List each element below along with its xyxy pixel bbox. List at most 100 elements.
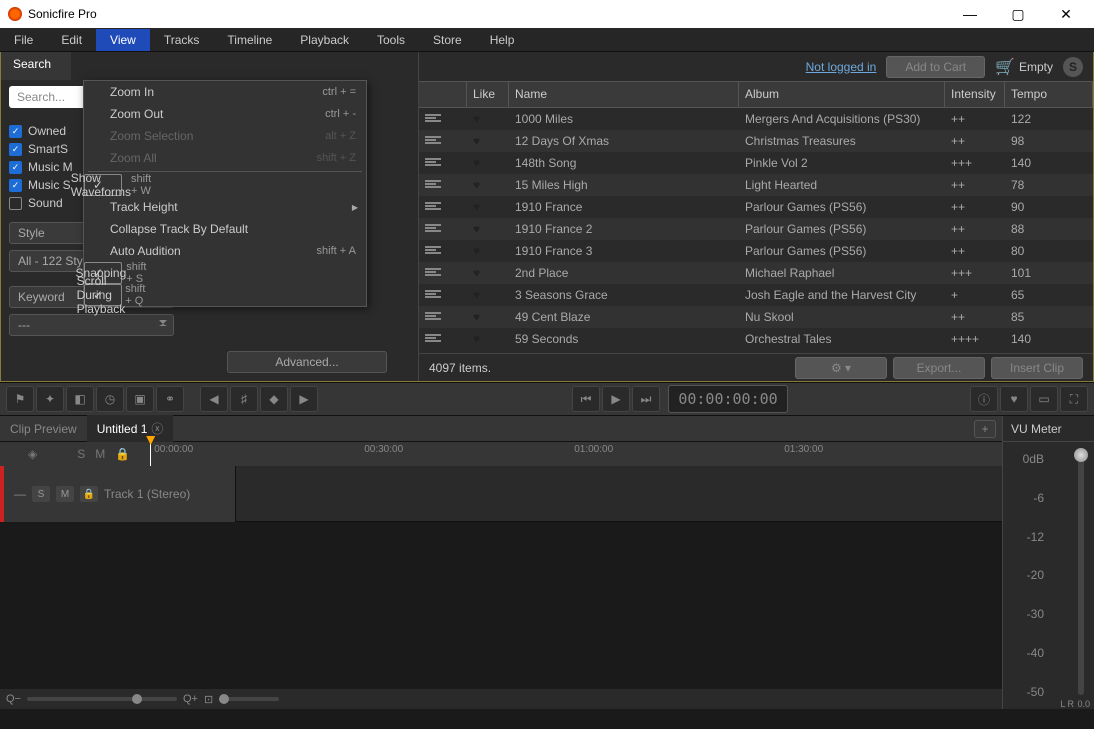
menu-item-zoom-out[interactable]: Zoom Outctrl + - bbox=[84, 103, 366, 125]
h-scroll[interactable] bbox=[219, 697, 279, 701]
zoom-in-icon[interactable]: Q+ bbox=[183, 693, 198, 705]
login-link[interactable]: Not logged in bbox=[806, 60, 877, 74]
advanced-button[interactable]: Advanced... bbox=[227, 351, 387, 373]
heart-icon[interactable]: ♥ bbox=[473, 244, 480, 258]
keyword-dropdown[interactable]: --- bbox=[9, 314, 174, 336]
close-button[interactable]: ✕ bbox=[1046, 2, 1086, 26]
maximize-button[interactable]: ▢ bbox=[998, 2, 1038, 26]
add-tab-button[interactable]: + bbox=[974, 420, 996, 438]
table-row[interactable]: ♥148th SongPinkle Vol 2+++140 bbox=[419, 152, 1093, 174]
keyframe-icon[interactable]: ◆ bbox=[260, 386, 288, 412]
menu-tracks[interactable]: Tracks bbox=[150, 29, 214, 51]
zoom-out-icon[interactable]: Q− bbox=[6, 693, 21, 705]
layers-icon[interactable]: ◈ bbox=[28, 447, 37, 461]
menu-item-auto-audition[interactable]: Auto Auditionshift + A bbox=[84, 240, 366, 262]
playhead[interactable] bbox=[150, 442, 151, 466]
mute-button[interactable]: M bbox=[56, 486, 74, 502]
collapse-icon[interactable]: — bbox=[14, 487, 26, 501]
menu-file[interactable]: File bbox=[0, 29, 47, 51]
menu-view[interactable]: View bbox=[96, 29, 150, 51]
gear-button[interactable]: ⚙ ▾ bbox=[795, 357, 887, 379]
export-button[interactable]: Export... bbox=[893, 357, 985, 379]
tab-clip-preview[interactable]: Clip Preview bbox=[0, 417, 87, 441]
heart-icon[interactable]: ♥ bbox=[473, 178, 480, 192]
heart-icon[interactable]: ♥ bbox=[473, 134, 480, 148]
heart-icon[interactable]: ♥ bbox=[473, 112, 480, 126]
menu-item-collapse-track-by-default[interactable]: Collapse Track By Default bbox=[84, 218, 366, 240]
clock-icon[interactable]: ◷ bbox=[96, 386, 124, 412]
play-button[interactable]: ▶ bbox=[602, 386, 630, 412]
menu-tools[interactable]: Tools bbox=[363, 29, 419, 51]
menu-store[interactable]: Store bbox=[419, 29, 476, 51]
minimize-button[interactable]: — bbox=[950, 2, 990, 26]
table-row[interactable]: ♥1910 France 2Parlour Games (PS56)++88 bbox=[419, 218, 1093, 240]
screen-icon[interactable]: ▭ bbox=[1030, 386, 1058, 412]
heart-icon[interactable]: ♥ bbox=[1000, 386, 1028, 412]
insert-clip-button[interactable]: Insert Clip bbox=[991, 357, 1083, 379]
zoom-fit-icon[interactable]: ⊡ bbox=[204, 693, 213, 706]
sliders-icon[interactable]: ♯ bbox=[230, 386, 258, 412]
table-row[interactable]: ♥1910 FranceParlour Games (PS56)++90 bbox=[419, 196, 1093, 218]
menu-help[interactable]: Help bbox=[476, 29, 529, 51]
table-row[interactable]: ♥59 SecondsOrchestral Tales++++140 bbox=[419, 328, 1093, 350]
heart-icon[interactable]: ♥ bbox=[473, 332, 480, 346]
expand-icon[interactable]: ⛶ bbox=[1060, 386, 1088, 412]
col-tempo[interactable]: Tempo bbox=[1005, 82, 1093, 107]
camera-icon[interactable]: ▣ bbox=[126, 386, 154, 412]
table-row[interactable]: ♥12 Days Of XmasChristmas Treasures++98 bbox=[419, 130, 1093, 152]
dock-icon[interactable]: ◧ bbox=[66, 386, 94, 412]
link-icon[interactable]: ⚭ bbox=[156, 386, 184, 412]
heart-icon[interactable]: ♥ bbox=[473, 310, 480, 324]
menu-item-scroll-during-playback[interactable]: Scroll During Playbackshift + Q bbox=[84, 284, 122, 306]
heart-icon[interactable]: ♥ bbox=[473, 222, 480, 236]
heart-icon[interactable]: ♥ bbox=[473, 200, 480, 214]
lock-button[interactable]: 🔒 bbox=[80, 486, 98, 502]
cell-tempo: 78 bbox=[1005, 178, 1093, 192]
menu-item-show-waveforms[interactable]: Show Waveformsshift + W bbox=[84, 174, 122, 196]
solo-button[interactable]: S bbox=[32, 486, 50, 502]
track-header[interactable]: — S M 🔒 Track 1 (Stereo) bbox=[4, 466, 236, 522]
bars-icon bbox=[425, 245, 441, 255]
table-row[interactable]: ♥49 Cent BlazeNu Skool++85 bbox=[419, 306, 1093, 328]
add-to-cart-button[interactable]: Add to Cart bbox=[886, 56, 985, 78]
spark-icon[interactable]: ✦ bbox=[36, 386, 64, 412]
vu-slider-track[interactable] bbox=[1078, 452, 1084, 695]
timeline: Clip Preview Untitled 1ⓧ + ◈ SM🔒 00:00:0… bbox=[0, 416, 1002, 709]
rewind-button[interactable]: ⏮ bbox=[572, 386, 600, 412]
cell-name: 15 Miles High bbox=[509, 178, 739, 192]
table-row[interactable]: ♥1000 MilesMergers And Acquisitions (PS3… bbox=[419, 108, 1093, 130]
cart[interactable]: 🛒 Empty bbox=[995, 57, 1053, 77]
close-icon[interactable]: ⓧ bbox=[151, 422, 163, 436]
heart-icon[interactable]: ♥ bbox=[473, 266, 480, 280]
col-like[interactable]: Like bbox=[467, 82, 509, 107]
zoom-slider[interactable] bbox=[27, 697, 177, 701]
search-tab[interactable]: Search bbox=[1, 52, 71, 80]
menu-timeline[interactable]: Timeline bbox=[213, 29, 286, 51]
col-album[interactable]: Album bbox=[739, 82, 945, 107]
menu-playback[interactable]: Playback bbox=[286, 29, 363, 51]
cell-name: 1910 France bbox=[509, 200, 739, 214]
col-intensity[interactable]: Intensity bbox=[945, 82, 1005, 107]
heart-icon[interactable]: ♥ bbox=[473, 288, 480, 302]
next-frame-button[interactable]: ▶ bbox=[290, 386, 318, 412]
heart-icon[interactable]: ♥ bbox=[473, 156, 480, 170]
table-row[interactable]: ♥3 Seasons GraceJosh Eagle and the Harve… bbox=[419, 284, 1093, 306]
table-row[interactable]: ♥1910 France 3Parlour Games (PS56)++80 bbox=[419, 240, 1093, 262]
app-title: Sonicfire Pro bbox=[28, 7, 97, 21]
flag-icon[interactable]: ⚑ bbox=[6, 386, 34, 412]
track-lane[interactable] bbox=[236, 466, 1002, 521]
tab-untitled[interactable]: Untitled 1ⓧ bbox=[87, 415, 174, 442]
col-name[interactable]: Name bbox=[509, 82, 739, 107]
menu-item-track-height[interactable]: Track Height bbox=[84, 196, 366, 218]
table-row[interactable]: ♥2nd PlaceMichael Raphael+++101 bbox=[419, 262, 1093, 284]
vu-slider-knob[interactable] bbox=[1074, 448, 1088, 462]
menu-edit[interactable]: Edit bbox=[47, 29, 96, 51]
prev-frame-button[interactable]: ◀ bbox=[200, 386, 228, 412]
forward-button[interactable]: ⏭ bbox=[632, 386, 660, 412]
logo-icon[interactable]: S bbox=[1063, 57, 1083, 77]
timecode[interactable]: 00:00:00:00 bbox=[668, 385, 788, 413]
bars-icon bbox=[425, 267, 441, 277]
table-row[interactable]: ♥15 Miles HighLight Hearted++78 bbox=[419, 174, 1093, 196]
menu-item-zoom-in[interactable]: Zoom Inctrl + = bbox=[84, 81, 366, 103]
info-icon[interactable]: ⓘ bbox=[970, 386, 998, 412]
